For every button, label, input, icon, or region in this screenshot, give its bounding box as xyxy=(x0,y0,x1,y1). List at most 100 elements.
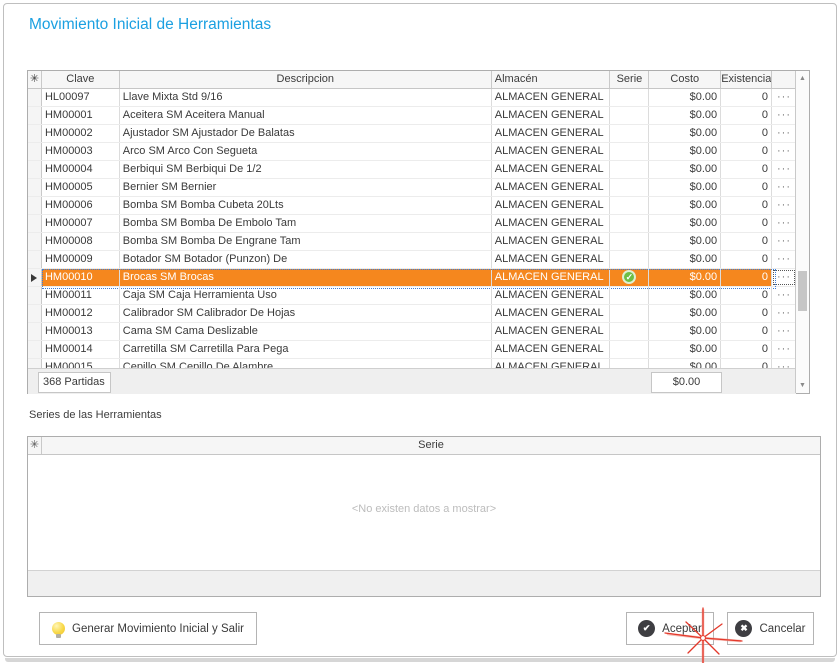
cell-serie[interactable] xyxy=(610,287,649,304)
cell-clave[interactable]: HL00097 xyxy=(42,89,120,106)
cell-existencia[interactable]: 0 xyxy=(721,323,772,340)
cell-serie[interactable] xyxy=(610,251,649,268)
table-row[interactable]: HM00011 Caja SM Caja Herramienta Uso ALM… xyxy=(28,287,796,305)
scrollbar-thumb[interactable] xyxy=(798,271,807,311)
row-options-button[interactable]: ··· xyxy=(772,269,796,286)
table-row[interactable]: HM00001 Aceitera SM Aceitera Manual ALMA… xyxy=(28,107,796,125)
row-header-cell[interactable] xyxy=(28,269,42,286)
cell-existencia[interactable]: 0 xyxy=(721,233,772,250)
cell-almacen[interactable]: ALMACEN GENERAL xyxy=(492,323,611,340)
cell-costo[interactable]: $0.00 xyxy=(649,251,721,268)
cell-existencia[interactable]: 0 xyxy=(721,197,772,214)
cell-existencia[interactable]: 0 xyxy=(721,251,772,268)
cell-almacen[interactable]: ALMACEN GENERAL xyxy=(492,233,611,250)
column-header-descripcion[interactable]: Descripcion xyxy=(120,71,492,88)
row-options-button[interactable]: ··· xyxy=(772,161,796,178)
cell-almacen[interactable]: ALMACEN GENERAL xyxy=(492,89,611,106)
row-header-cell[interactable] xyxy=(28,107,42,124)
cell-serie[interactable] xyxy=(610,143,649,160)
row-header-cell[interactable] xyxy=(28,179,42,196)
cell-descripcion[interactable]: Botador SM Botador (Punzon) De xyxy=(120,251,492,268)
cell-costo[interactable]: $0.00 xyxy=(649,287,721,304)
row-header-cell[interactable] xyxy=(28,359,42,368)
row-header-cell[interactable] xyxy=(28,323,42,340)
cell-serie[interactable] xyxy=(610,197,649,214)
cell-almacen[interactable]: ALMACEN GENERAL xyxy=(492,359,611,368)
cell-almacen[interactable]: ALMACEN GENERAL xyxy=(492,215,611,232)
cell-costo[interactable]: $0.00 xyxy=(649,89,721,106)
cell-descripcion[interactable]: Cepillo SM Cepillo De Alambre xyxy=(120,359,492,368)
cancel-button[interactable]: ✖ Cancelar xyxy=(727,612,814,645)
row-options-button[interactable]: ··· xyxy=(772,143,796,160)
generate-movement-button[interactable]: Generar Movimiento Inicial y Salir xyxy=(39,612,257,645)
table-row[interactable]: HM00002 Ajustador SM Ajustador De Balata… xyxy=(28,125,796,143)
cell-costo[interactable]: $0.00 xyxy=(649,143,721,160)
cell-costo[interactable]: $0.00 xyxy=(649,107,721,124)
cell-serie[interactable] xyxy=(610,89,649,106)
row-options-button[interactable]: ··· xyxy=(772,107,796,124)
row-options-button[interactable]: ··· xyxy=(772,251,796,268)
column-header-almacen[interactable]: Almacén xyxy=(492,71,611,88)
table-row[interactable]: HM00014 Carretilla SM Carretilla Para Pe… xyxy=(28,341,796,359)
cell-descripcion[interactable]: Caja SM Caja Herramienta Uso xyxy=(120,287,492,304)
cell-costo[interactable]: $0.00 xyxy=(649,233,721,250)
cell-existencia[interactable]: 0 xyxy=(721,287,772,304)
cell-descripcion[interactable]: Calibrador SM Calibrador De Hojas xyxy=(120,305,492,322)
cell-costo[interactable]: $0.00 xyxy=(649,161,721,178)
row-options-button[interactable]: ··· xyxy=(772,359,796,368)
row-header-cell[interactable] xyxy=(28,161,42,178)
cell-clave[interactable]: HM00014 xyxy=(42,341,120,358)
cell-clave[interactable]: HM00011 xyxy=(42,287,120,304)
row-header-cell[interactable] xyxy=(28,215,42,232)
cell-clave[interactable]: HM00004 xyxy=(42,161,120,178)
cell-clave[interactable]: HM00003 xyxy=(42,143,120,160)
row-options-button[interactable]: ··· xyxy=(772,179,796,196)
row-options-button[interactable]: ··· xyxy=(772,287,796,304)
cell-existencia[interactable]: 0 xyxy=(721,107,772,124)
cell-serie[interactable] xyxy=(610,179,649,196)
row-options-button[interactable]: ··· xyxy=(772,341,796,358)
cell-descripcion[interactable]: Bomba SM Bomba De Engrane Tam xyxy=(120,233,492,250)
cell-clave[interactable]: HM00013 xyxy=(42,323,120,340)
row-header-cell[interactable] xyxy=(28,233,42,250)
cell-descripcion[interactable]: Bernier SM Bernier xyxy=(120,179,492,196)
cell-descripcion[interactable]: Aceitera SM Aceitera Manual xyxy=(120,107,492,124)
row-header-cell[interactable] xyxy=(28,305,42,322)
cell-existencia[interactable]: 0 xyxy=(721,359,772,368)
column-header-costo[interactable]: Costo xyxy=(649,71,721,88)
cell-serie[interactable] xyxy=(610,215,649,232)
cell-existencia[interactable]: 0 xyxy=(721,305,772,322)
cell-clave[interactable]: HM00007 xyxy=(42,215,120,232)
cell-descripcion[interactable]: Ajustador SM Ajustador De Balatas xyxy=(120,125,492,142)
row-header-cell[interactable] xyxy=(28,143,42,160)
row-options-button[interactable]: ··· xyxy=(772,89,796,106)
table-row[interactable]: HM00013 Cama SM Cama Deslizable ALMACEN … xyxy=(28,323,796,341)
cell-costo[interactable]: $0.00 xyxy=(649,269,721,286)
cell-serie[interactable] xyxy=(610,359,649,368)
cell-almacen[interactable]: ALMACEN GENERAL xyxy=(492,179,611,196)
cell-serie[interactable] xyxy=(610,323,649,340)
cell-almacen[interactable]: ALMACEN GENERAL xyxy=(492,287,611,304)
cell-costo[interactable]: $0.00 xyxy=(649,215,721,232)
cell-serie[interactable] xyxy=(610,341,649,358)
scroll-up-icon[interactable]: ▲ xyxy=(796,72,809,85)
cell-existencia[interactable]: 0 xyxy=(721,125,772,142)
column-header-existencia[interactable]: Existencia xyxy=(721,71,772,88)
cell-clave[interactable]: HM00009 xyxy=(42,251,120,268)
cell-existencia[interactable]: 0 xyxy=(721,215,772,232)
cell-existencia[interactable]: 0 xyxy=(721,161,772,178)
table-row[interactable]: HM00004 Berbiqui SM Berbiqui De 1/2 ALMA… xyxy=(28,161,796,179)
cell-existencia[interactable]: 0 xyxy=(721,143,772,160)
row-options-button[interactable]: ··· xyxy=(772,125,796,142)
cell-costo[interactable]: $0.00 xyxy=(649,197,721,214)
accept-button[interactable]: ✔ Aceptar xyxy=(626,612,714,645)
cell-almacen[interactable]: ALMACEN GENERAL xyxy=(492,161,611,178)
cell-almacen[interactable]: ALMACEN GENERAL xyxy=(492,269,611,286)
cell-costo[interactable]: $0.00 xyxy=(649,125,721,142)
cell-existencia[interactable]: 0 xyxy=(721,341,772,358)
row-options-button[interactable]: ··· xyxy=(772,215,796,232)
table-row[interactable]: HM00008 Bomba SM Bomba De Engrane Tam AL… xyxy=(28,233,796,251)
table-row[interactable]: HM00012 Calibrador SM Calibrador De Hoja… xyxy=(28,305,796,323)
row-header-cell[interactable] xyxy=(28,89,42,106)
cell-almacen[interactable]: ALMACEN GENERAL xyxy=(492,341,611,358)
